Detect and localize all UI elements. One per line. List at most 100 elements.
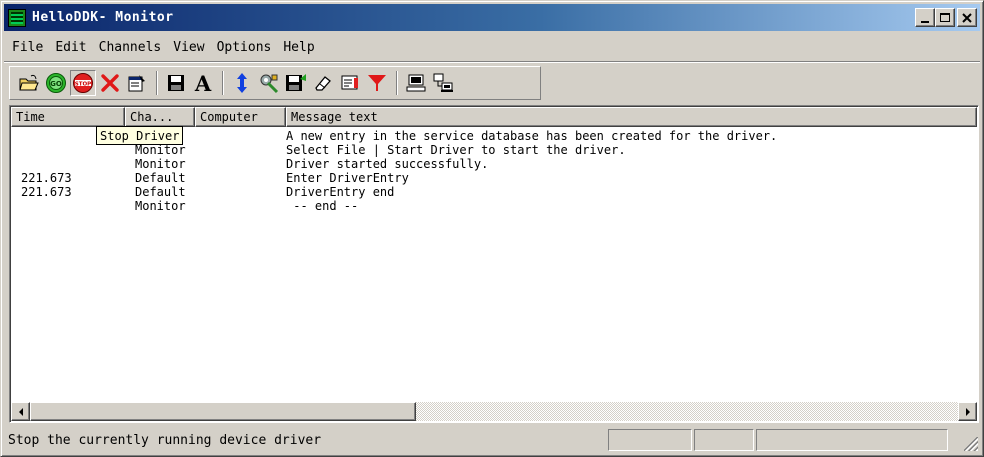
sort-icon xyxy=(237,73,247,93)
toolbar-separator xyxy=(222,71,224,95)
save-log-button[interactable] xyxy=(283,70,309,96)
save-button[interactable] xyxy=(163,70,189,96)
highlight-icon xyxy=(341,75,358,90)
channel-cell: Monitor xyxy=(135,143,186,157)
svg-text:STOP: STOP xyxy=(75,81,91,87)
time-cell: 221.673 xyxy=(21,171,72,185)
time-cell: 221.673 xyxy=(21,185,72,199)
open-button[interactable] xyxy=(16,70,42,96)
menu-options[interactable]: Options xyxy=(211,38,278,57)
open-folder-icon xyxy=(19,74,39,91)
go-start-icon: GO xyxy=(46,73,66,93)
status-pane xyxy=(694,429,754,451)
table-row[interactable]: Monitor Select File | Start Driver to st… xyxy=(11,143,977,157)
minimize-button[interactable] xyxy=(915,8,935,27)
message-cell: Enter DriverEntry xyxy=(286,171,409,185)
menu-separator xyxy=(4,61,980,63)
computer-cell xyxy=(195,157,286,171)
computer-cell xyxy=(195,185,286,199)
toolbar: GO STOP A xyxy=(9,66,541,100)
computer-cell xyxy=(195,143,286,157)
toolbar-separator xyxy=(396,71,398,95)
app-window: HelloDDK- Monitor File Edit Channels Vie… xyxy=(0,0,984,457)
app-icon[interactable] xyxy=(8,8,26,27)
local-computer-button[interactable] xyxy=(403,70,429,96)
time-cell xyxy=(11,199,125,213)
minimize-icon xyxy=(921,20,929,23)
settings-button[interactable] xyxy=(256,70,282,96)
window-controls xyxy=(915,8,977,27)
computer-cell xyxy=(195,199,286,213)
computer-cell xyxy=(195,171,286,185)
clear-button[interactable] xyxy=(310,70,336,96)
svg-text:GO: GO xyxy=(50,80,62,88)
filter-icon xyxy=(368,75,386,91)
computer-cell xyxy=(195,129,286,143)
channel-cell: Default xyxy=(135,171,186,185)
properties-icon xyxy=(128,75,145,92)
save-icon xyxy=(168,75,184,91)
table-row[interactable]: 221.673 Default Enter DriverEntry xyxy=(11,171,977,185)
column-header-computer[interactable]: Computer xyxy=(195,107,286,127)
toolbar-separator xyxy=(156,71,158,95)
arrow-right-icon xyxy=(965,407,970,416)
column-header-message[interactable]: Message text xyxy=(286,107,977,127)
scroll-right-button[interactable] xyxy=(958,402,977,421)
menu-help[interactable]: Help xyxy=(277,38,320,57)
font-button[interactable]: A xyxy=(190,70,216,96)
properties-button[interactable] xyxy=(124,70,150,96)
menu-channels[interactable]: Channels xyxy=(93,38,168,57)
table-row[interactable]: Monitor -- end -- xyxy=(11,199,977,213)
eraser-icon xyxy=(315,76,331,91)
tooltip: Stop Driver xyxy=(96,126,184,145)
horizontal-scrollbar[interactable] xyxy=(11,402,977,421)
close-icon xyxy=(962,12,972,23)
maximize-button[interactable] xyxy=(935,8,955,27)
network-icon xyxy=(433,73,453,92)
menu-file[interactable]: File xyxy=(6,38,49,57)
table-row[interactable]: Monitor Driver started successfully. xyxy=(11,157,977,171)
filter-button[interactable] xyxy=(364,70,390,96)
status-pane xyxy=(608,429,692,451)
time-cell xyxy=(11,143,125,157)
highlight-button[interactable] xyxy=(337,70,363,96)
stop-driver-button[interactable]: STOP xyxy=(70,70,96,96)
table-row[interactable]: 221.673 Default DriverEntry end xyxy=(11,185,977,199)
column-header-channel[interactable]: Cha... xyxy=(125,107,195,127)
resize-grip-icon[interactable] xyxy=(964,437,978,451)
maximize-icon xyxy=(940,13,950,22)
menu-edit[interactable]: Edit xyxy=(49,38,92,57)
stop-icon: STOP xyxy=(73,73,93,93)
settings-icon xyxy=(260,74,279,94)
start-driver-button[interactable]: GO xyxy=(43,70,69,96)
autoscroll-button[interactable] xyxy=(229,70,255,96)
status-pane xyxy=(756,429,948,451)
status-bar: Stop the currently running device driver xyxy=(4,427,980,453)
arrow-left-icon xyxy=(18,407,23,416)
scrollbar-thumb[interactable] xyxy=(30,402,416,421)
message-cell: Driver started successfully. xyxy=(286,157,489,171)
message-list[interactable]: Time Cha... Computer Message text A new … xyxy=(9,105,979,423)
status-text: Stop the currently running device driver xyxy=(8,432,322,448)
menu-view[interactable]: View xyxy=(167,38,210,57)
scroll-left-button[interactable] xyxy=(11,402,30,421)
title-bar[interactable]: HelloDDK- Monitor xyxy=(4,4,980,31)
remote-computer-button[interactable] xyxy=(430,70,456,96)
close-button[interactable] xyxy=(957,8,977,27)
message-cell: Select File | Start Driver to start the … xyxy=(286,143,626,157)
message-cell: DriverEntry end xyxy=(286,185,395,199)
time-cell xyxy=(11,157,125,171)
column-header-time[interactable]: Time xyxy=(11,107,125,127)
computer-icon xyxy=(406,74,426,92)
message-cell: A new entry in the service database has … xyxy=(286,129,778,143)
channel-cell: Monitor xyxy=(135,157,186,171)
svg-text:A: A xyxy=(194,73,212,93)
window-title: HelloDDK- Monitor xyxy=(32,10,174,25)
menu-bar: File Edit Channels View Options Help xyxy=(4,34,980,60)
delete-button[interactable] xyxy=(97,70,123,96)
channel-cell: Monitor xyxy=(135,199,186,213)
channel-cell: Default xyxy=(135,185,186,199)
font-icon: A xyxy=(194,73,212,93)
message-cell: -- end -- xyxy=(286,199,359,213)
delete-icon xyxy=(101,74,119,92)
